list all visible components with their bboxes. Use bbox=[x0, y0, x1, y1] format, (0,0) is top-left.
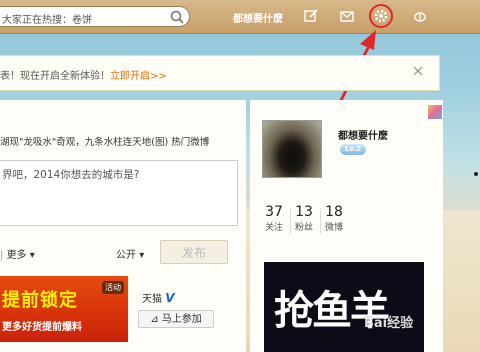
notice-bar: 表！现在开启全新体验！立即开启>> bbox=[0, 55, 440, 91]
post-toolbar: | 更多 ▾ bbox=[0, 246, 35, 261]
visibility-label: 公开 bbox=[116, 250, 136, 261]
verified-icon: V bbox=[165, 291, 175, 305]
stat-label: 微博 bbox=[324, 223, 343, 233]
stat-value: 13 bbox=[295, 204, 313, 220]
main-feed-panel: 湖现"龙吸水"奇观，九条水柱连天地(图) 热门微博 界吧，2014你想去的城市是… bbox=[0, 100, 246, 352]
gear-highlight-circle bbox=[369, 4, 393, 28]
search-icon[interactable] bbox=[169, 9, 185, 25]
notice-text: 表！现在开启全新体验！立即开启>> bbox=[0, 71, 167, 82]
search-input[interactable]: 大家正在热搜：卷饼 bbox=[2, 11, 92, 26]
nav-username-link[interactable]: 都想要什麽 bbox=[233, 10, 283, 25]
search-box[interactable]: 大家正在热搜：卷饼 bbox=[0, 6, 190, 27]
ad-tag: 活动 bbox=[102, 281, 124, 294]
edit-icon[interactable] bbox=[303, 8, 319, 24]
brand-label: 天猫 V bbox=[142, 290, 174, 305]
stat-label: 粉丝 bbox=[294, 223, 313, 233]
hot-weibo-link[interactable]: 热门微博 bbox=[171, 137, 209, 148]
stat-label: 关注 bbox=[264, 223, 283, 233]
send-button[interactable]: 发布 bbox=[160, 240, 228, 264]
more-label: 更多 bbox=[6, 250, 27, 261]
join-label: 马上参加 bbox=[161, 314, 202, 325]
post-textarea[interactable]: 界吧，2014你想去的城市是? bbox=[0, 160, 238, 226]
skin-icon[interactable] bbox=[427, 104, 443, 120]
ad-subline: 更多好货提前爆料 bbox=[2, 322, 82, 333]
toolbar-divider: | bbox=[0, 250, 4, 261]
more-menu[interactable]: 更多 ▾ bbox=[7, 250, 35, 261]
notice-link[interactable]: 立即开启>> bbox=[110, 71, 167, 82]
avatar[interactable] bbox=[262, 120, 322, 178]
visibility-dropdown[interactable]: 公开 ▾ bbox=[116, 246, 144, 261]
chevron-down-icon: ▾ bbox=[139, 250, 145, 261]
brand-name: 天猫 bbox=[142, 294, 162, 305]
stat-following[interactable]: 37 关注 bbox=[260, 204, 288, 233]
stat-value: 18 bbox=[325, 204, 343, 220]
pin-icon: ⊿ bbox=[150, 314, 159, 325]
stat-value: 37 bbox=[265, 204, 283, 220]
hot-topic-link[interactable]: 湖现"龙吸水"奇观，九条水柱连天地(图) bbox=[0, 137, 168, 148]
ad-headline: 提前锁定 bbox=[2, 290, 78, 311]
weibo-logo-icon[interactable] bbox=[412, 8, 428, 24]
mail-icon[interactable] bbox=[339, 8, 355, 24]
post-placeholder: 界吧，2014你想去的城市是? bbox=[2, 169, 140, 181]
stat-followers[interactable]: 13 粉丝 bbox=[290, 204, 318, 233]
hot-topic-line: 湖现"龙吸水"奇观，九条水柱连天地(图) 热门微博 bbox=[0, 134, 246, 148]
ad-banner[interactable]: 提前锁定 更多好货提前爆料 活动 bbox=[0, 276, 128, 342]
stat-posts[interactable]: 18 微博 bbox=[320, 204, 348, 233]
chevron-down-icon: ▾ bbox=[29, 250, 35, 261]
profile-name[interactable]: 都想要什麽 bbox=[338, 127, 388, 142]
profile-sidebar: 都想要什麽 Lv.2 37 关注 13 粉丝 18 微博 抢鱼羊 bbox=[250, 100, 443, 352]
promo-banner[interactable]: 抢鱼羊 bbox=[264, 262, 424, 352]
level-badge[interactable]: Lv.2 bbox=[340, 144, 366, 155]
join-button[interactable]: ⊿ 马上参加 bbox=[138, 310, 214, 328]
page-dot bbox=[474, 172, 478, 176]
close-icon[interactable] bbox=[412, 65, 424, 77]
watermark: Bai经验 bbox=[364, 316, 414, 331]
top-nav-bar: 大家正在热搜：卷饼 都想要什麽 bbox=[0, 0, 480, 34]
